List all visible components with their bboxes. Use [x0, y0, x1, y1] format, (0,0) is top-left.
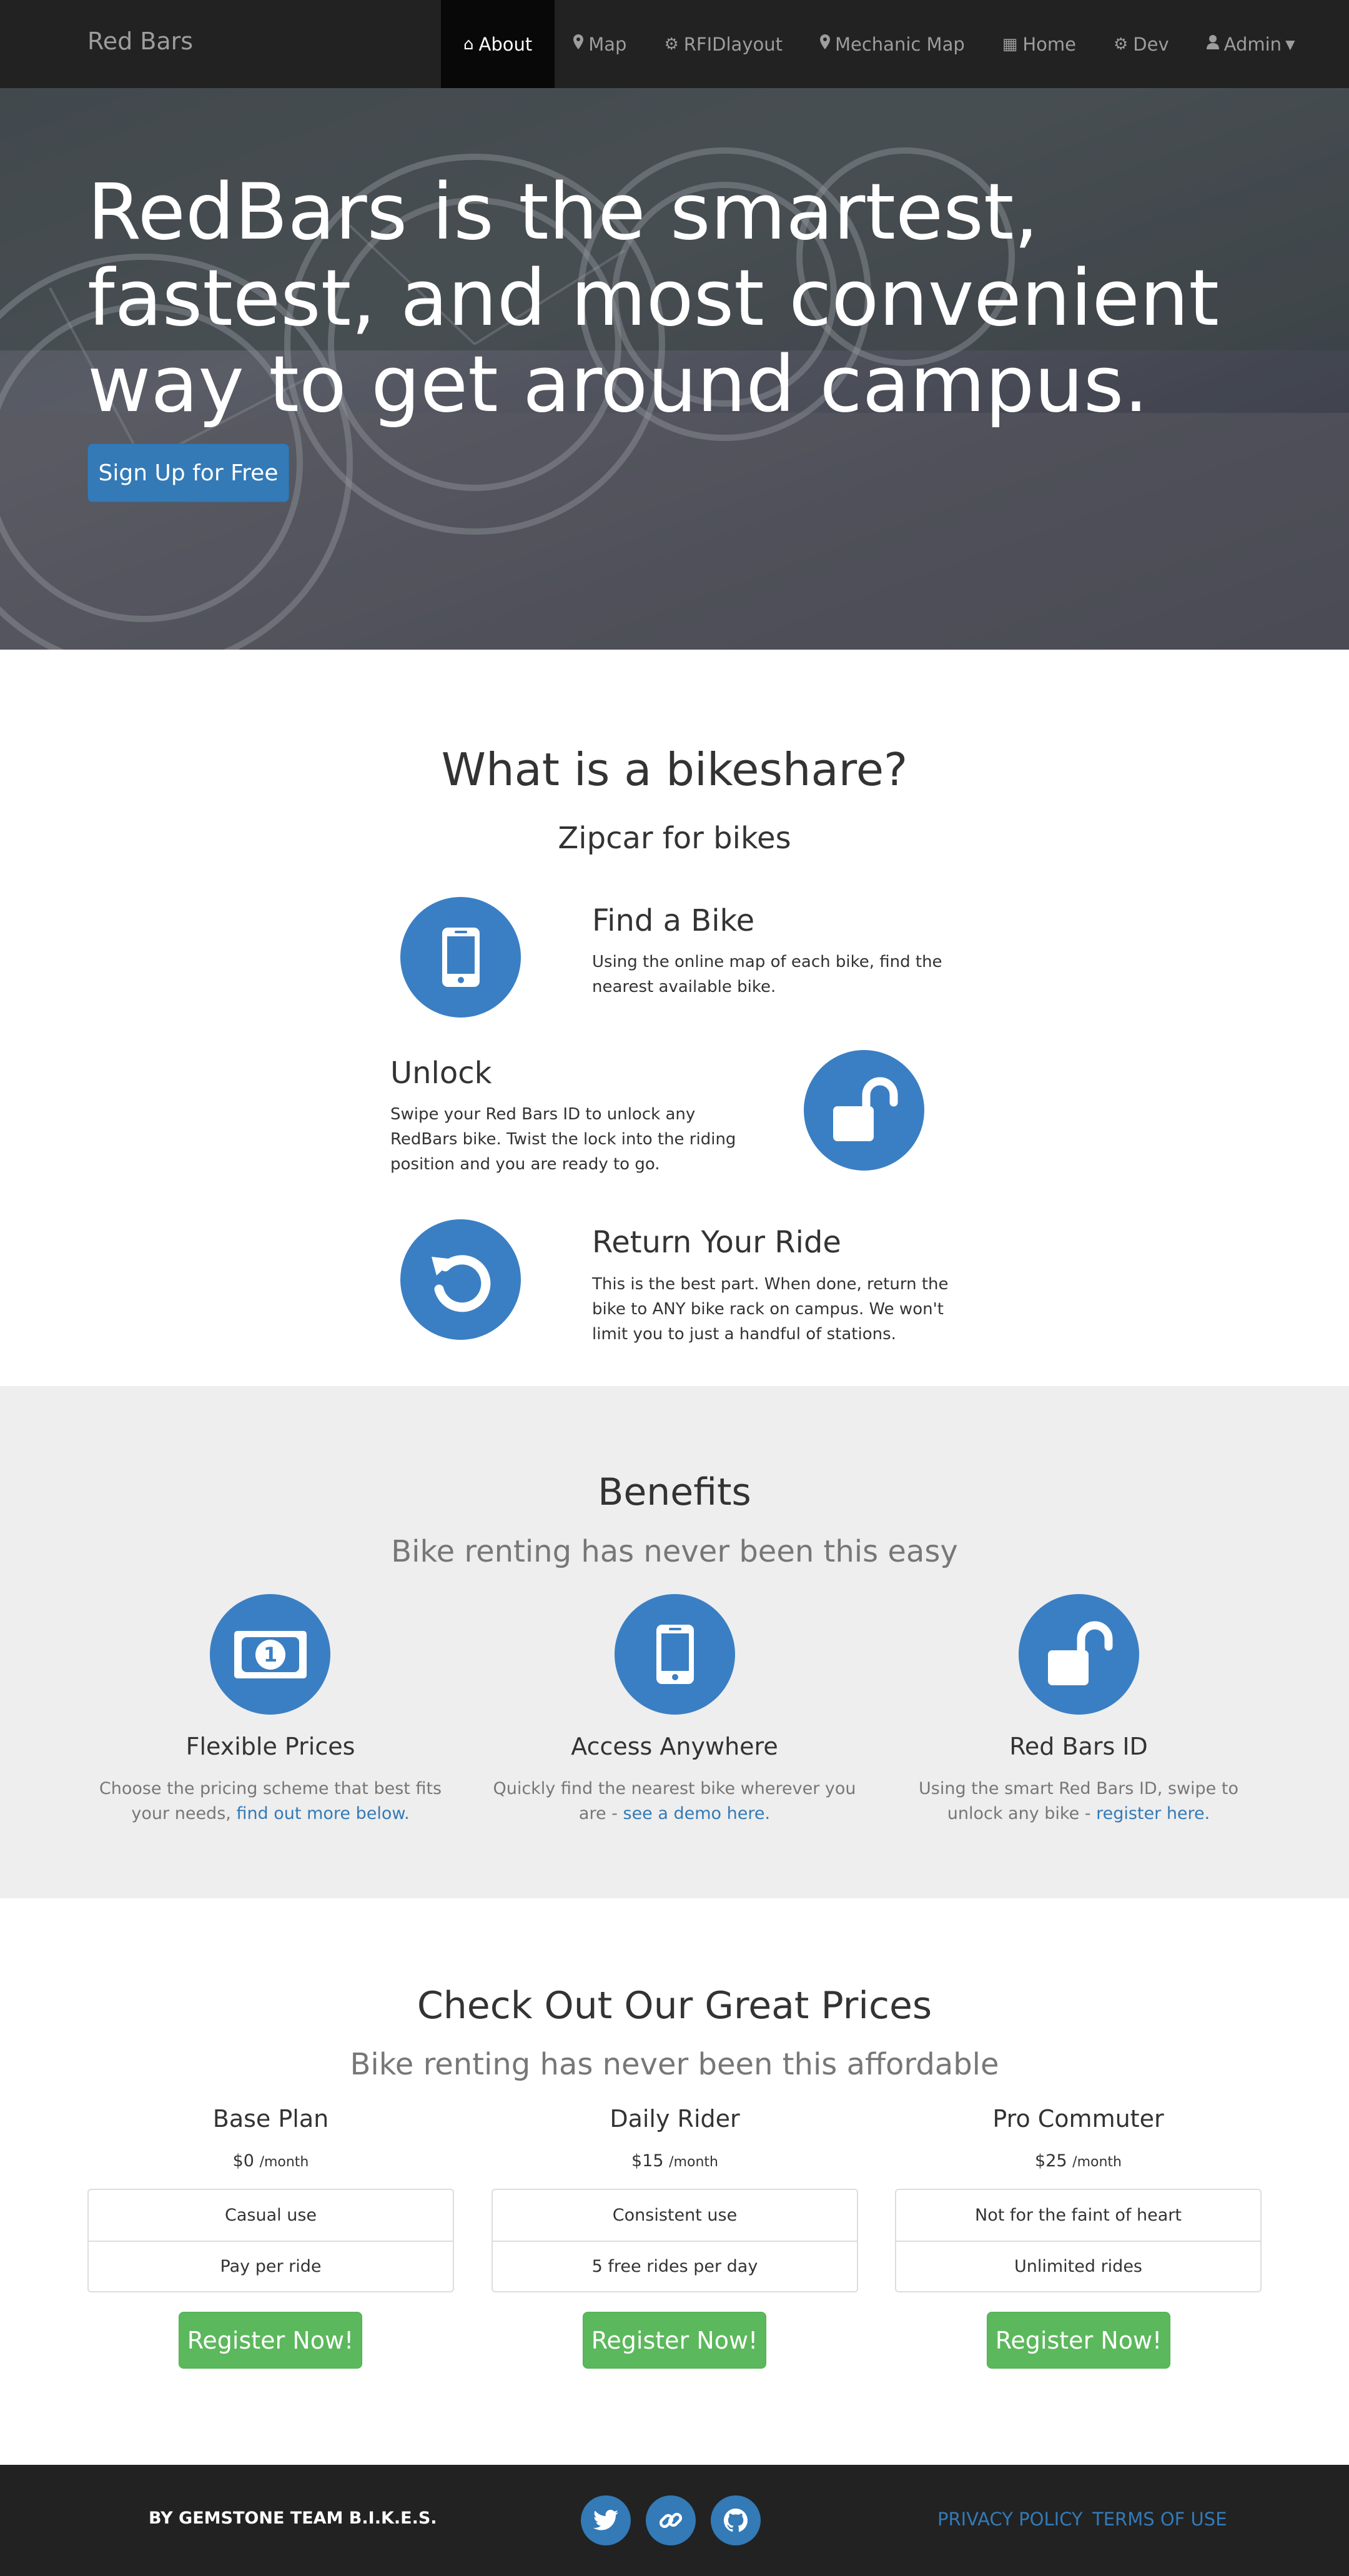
sign-up-button[interactable]: Sign Up for Free [87, 443, 289, 502]
caret-down-icon: ▼ [1285, 36, 1295, 52]
plan-base: Base Plan $0 /month Casual use Pay per r… [87, 2105, 454, 2292]
github-icon [724, 2509, 748, 2532]
terms-of-use-link[interactable]: TERMS OF USE [1092, 2509, 1227, 2530]
step-find-text: Using the online map of each bike, find … [592, 953, 942, 996]
plan-feature: Not for the faint of heart [975, 2206, 1182, 2225]
plan-feature: Pay per ride [89, 2241, 453, 2291]
register-daily-button[interactable]: Register Now! [583, 2312, 766, 2369]
benefit-title: Red Bars ID [1009, 1733, 1148, 1760]
benefit-title: Access Anywhere [571, 1733, 778, 1760]
user-icon [1206, 34, 1219, 54]
see-demo-link[interactable]: see a demo here. [623, 1804, 771, 1823]
find-out-more-link[interactable]: find out more below. [236, 1804, 409, 1823]
plan-price: $0 /month [232, 2151, 309, 2171]
register-pro-button[interactable]: Register Now! [987, 2312, 1170, 2369]
table-icon: ▦ [1002, 34, 1018, 54]
privacy-policy-link[interactable]: PRIVACY POLICY [937, 2509, 1083, 2530]
gear-icon: ⚙ [664, 34, 679, 54]
nav-item-label: Admin [1223, 33, 1282, 55]
plan-price: $25 /month [1035, 2151, 1122, 2171]
link-button[interactable] [646, 2495, 696, 2545]
home-icon: ⌂ [463, 34, 474, 54]
hero-section: RedBars is the smartest, fastest, and mo… [0, 88, 1349, 650]
bikeshare-subtitle: Zipcar for bikes [558, 821, 791, 856]
benefit-flexible-prices: Flexible Prices Choose the pricing schem… [83, 1733, 458, 1826]
step-find-title: Find a Bike [592, 903, 755, 938]
benefit-red-bars-id: Red Bars ID Using the smart Red Bars ID,… [891, 1733, 1266, 1826]
nav-item-about[interactable]: ⌂ About [441, 0, 555, 88]
twitter-icon [593, 2510, 618, 2530]
nav-item-label: Home [1022, 33, 1076, 55]
step-return-text: This is the best part. When done, return… [592, 1275, 949, 1344]
plan-pro-commuter: Pro Commuter $25 /month Not for the fain… [895, 2105, 1262, 2292]
plan-feature: Consistent use [612, 2206, 738, 2225]
benefits-title: Benefits [598, 1470, 751, 1514]
nav-menu: ⌂ About Map ⚙ RFIDlayout Mechanic Map ▦ … [441, 0, 1313, 88]
plan-features: Consistent use 5 free rides per day [492, 2189, 858, 2292]
plan-name: Pro Commuter [992, 2105, 1164, 2133]
footer: BY GEMSTONE TEAM B.I.K.E.S. PRIVACY POLI… [0, 2465, 1349, 2576]
map-marker-icon [819, 34, 830, 54]
pricing-title: Check Out Our Great Prices [417, 1984, 932, 2028]
money-icon: 1 [234, 1630, 307, 1678]
benefit-text: Using the smart Red Bars ID, swipe to un… [919, 1779, 1238, 1823]
step-unlock-text: Swipe your Red Bars ID to unlock any Red… [390, 1105, 736, 1174]
step-find-icon-circle [400, 897, 521, 1018]
nav-item-label: RFIDlayout [683, 33, 783, 55]
nav-item-mechanic-map[interactable]: Mechanic Map [801, 0, 984, 88]
benefit-access-anywhere: Access Anywhere Quickly find the nearest… [487, 1733, 862, 1826]
plan-name: Base Plan [212, 2105, 329, 2133]
benefit-text: Quickly find the nearest bike wherever y… [493, 1779, 856, 1823]
svg-text:1: 1 [263, 1643, 277, 1667]
nav-item-label: Mechanic Map [834, 33, 965, 55]
nav-item-label: About [478, 33, 533, 55]
plan-feature: Casual use [225, 2206, 317, 2225]
nav-item-admin[interactable]: Admin ▼ [1188, 0, 1314, 88]
step-return-icon-circle [400, 1219, 521, 1340]
benefit-id-icon-circle [1019, 1594, 1139, 1715]
gear-icon: ⚙ [1113, 34, 1129, 54]
nav-item-rfidlayout[interactable]: ⚙ RFIDlayout [645, 0, 801, 88]
plan-features: Not for the faint of heart Unlimited rid… [895, 2189, 1262, 2292]
benefits-subtitle: Bike renting has never been this easy [391, 1534, 958, 1569]
plan-name: Daily Rider [610, 2105, 740, 2133]
benefit-access-icon-circle [615, 1594, 735, 1715]
plan-feature: 5 free rides per day [493, 2241, 857, 2291]
plan-daily-rider: Daily Rider $15 /month Consistent use 5 … [492, 2105, 858, 2292]
map-marker-icon [573, 34, 584, 54]
benefit-prices-icon-circle: 1 [210, 1594, 330, 1715]
nav-item-label: Map [588, 33, 627, 55]
step-unlock-icon-circle [804, 1050, 924, 1171]
bikeshare-title: What is a bikeshare? [441, 743, 908, 796]
twitter-link[interactable] [581, 2495, 631, 2545]
step-unlock-title: Unlock [390, 1056, 492, 1091]
mobile-phone-icon [442, 928, 480, 987]
mobile-phone-icon [656, 1625, 694, 1684]
nav-item-dev[interactable]: ⚙ Dev [1095, 0, 1188, 88]
plan-feature: Unlimited rides [896, 2241, 1260, 2291]
benefits-section: Benefits Bike renting has never been thi… [0, 1386, 1349, 1898]
nav-item-label: Dev [1133, 33, 1169, 55]
nav-item-home[interactable]: ▦ Home [984, 0, 1095, 88]
unlock-icon [1047, 1621, 1112, 1685]
navbar: Red Bars ⌂ About Map ⚙ RFIDlayout Mechan… [0, 0, 1349, 88]
navbar-brand[interactable]: Red Bars [87, 27, 193, 55]
undo-icon [431, 1254, 490, 1312]
step-return-title: Return Your Ride [592, 1225, 841, 1260]
unlock-icon [833, 1077, 897, 1141]
hero-headline: RedBars is the smartest, fastest, and mo… [87, 167, 1220, 430]
nav-item-map[interactable]: Map [555, 0, 645, 88]
footer-credit: BY GEMSTONE TEAM B.I.K.E.S. [149, 2509, 437, 2528]
link-icon [659, 2512, 683, 2529]
plan-features: Casual use Pay per ride [87, 2189, 454, 2292]
github-link[interactable] [711, 2495, 761, 2545]
benefit-title: Flexible Prices [185, 1733, 355, 1760]
benefit-text: Choose the pricing scheme that best fits… [99, 1779, 442, 1823]
register-base-button[interactable]: Register Now! [179, 2312, 362, 2369]
plan-price: $15 /month [631, 2151, 718, 2171]
pricing-subtitle: Bike renting has never been this afforda… [350, 2047, 999, 2082]
register-here-link[interactable]: register here. [1096, 1804, 1210, 1823]
